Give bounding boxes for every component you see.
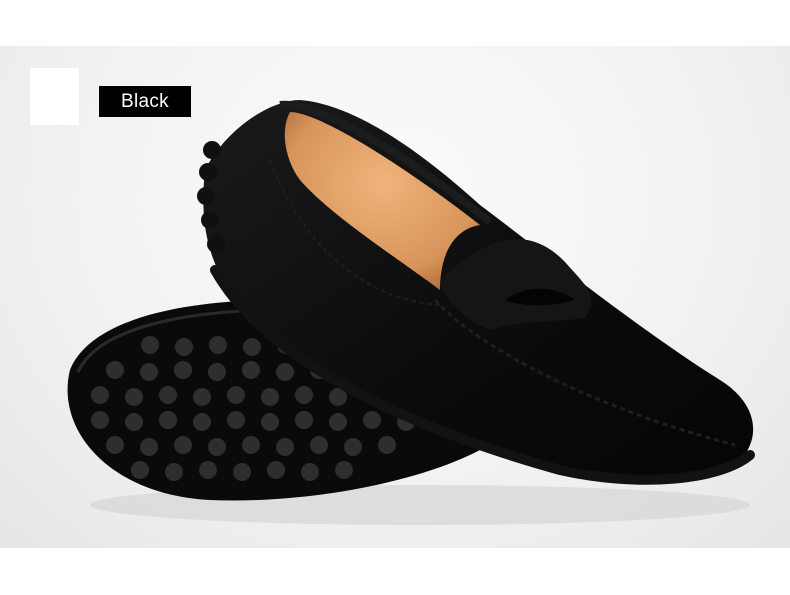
sole-pebble — [106, 361, 124, 379]
heel-nub — [201, 211, 219, 229]
sole-pebble — [193, 413, 211, 431]
sole-pebble — [199, 461, 217, 479]
sole-pebble — [329, 413, 347, 431]
sole-pebble — [242, 436, 260, 454]
sole-pebble — [125, 413, 143, 431]
sole-pebble — [175, 338, 193, 356]
sole-pebble — [174, 436, 192, 454]
sole-pebble — [378, 436, 396, 454]
sole-pebble — [91, 411, 109, 429]
sole-pebble — [295, 386, 313, 404]
sole-pebble — [208, 363, 226, 381]
sole-pebble — [193, 388, 211, 406]
sole-pebble — [131, 461, 149, 479]
sole-pebble — [209, 336, 227, 354]
sole-pebble — [141, 336, 159, 354]
sole-pebble — [295, 411, 313, 429]
heel-nub — [199, 163, 217, 181]
sole-pebble — [261, 388, 279, 406]
sole-pebble — [243, 338, 261, 356]
sole-pebble — [310, 436, 328, 454]
heel-nub — [197, 187, 215, 205]
sole-pebble — [227, 386, 245, 404]
heel-nub — [207, 235, 225, 253]
sole-pebble — [106, 436, 124, 454]
sole-pebble — [227, 411, 245, 429]
sole-pebble — [276, 438, 294, 456]
sole-pebble — [159, 411, 177, 429]
sole-pebble — [91, 386, 109, 404]
sole-pebble — [267, 461, 285, 479]
sole-pebble — [140, 438, 158, 456]
sole-pebble — [140, 363, 158, 381]
sole-pebble — [301, 463, 319, 481]
sole-pebble — [363, 411, 381, 429]
loafer-shoes-illustration — [67, 100, 755, 525]
sole-pebble — [335, 461, 353, 479]
sole-pebble — [165, 463, 183, 481]
sole-pebble — [174, 361, 192, 379]
sole-pebble — [261, 413, 279, 431]
sole-pebble — [242, 361, 260, 379]
heel-nub — [203, 141, 221, 159]
sole-pebble — [276, 363, 294, 381]
sole-pebble — [159, 386, 177, 404]
sole-pebble — [233, 463, 251, 481]
sole-pebble — [344, 438, 362, 456]
product-image-frame: Black — [0, 0, 790, 595]
sole-pebble — [125, 388, 143, 406]
sole-pebble — [208, 438, 226, 456]
